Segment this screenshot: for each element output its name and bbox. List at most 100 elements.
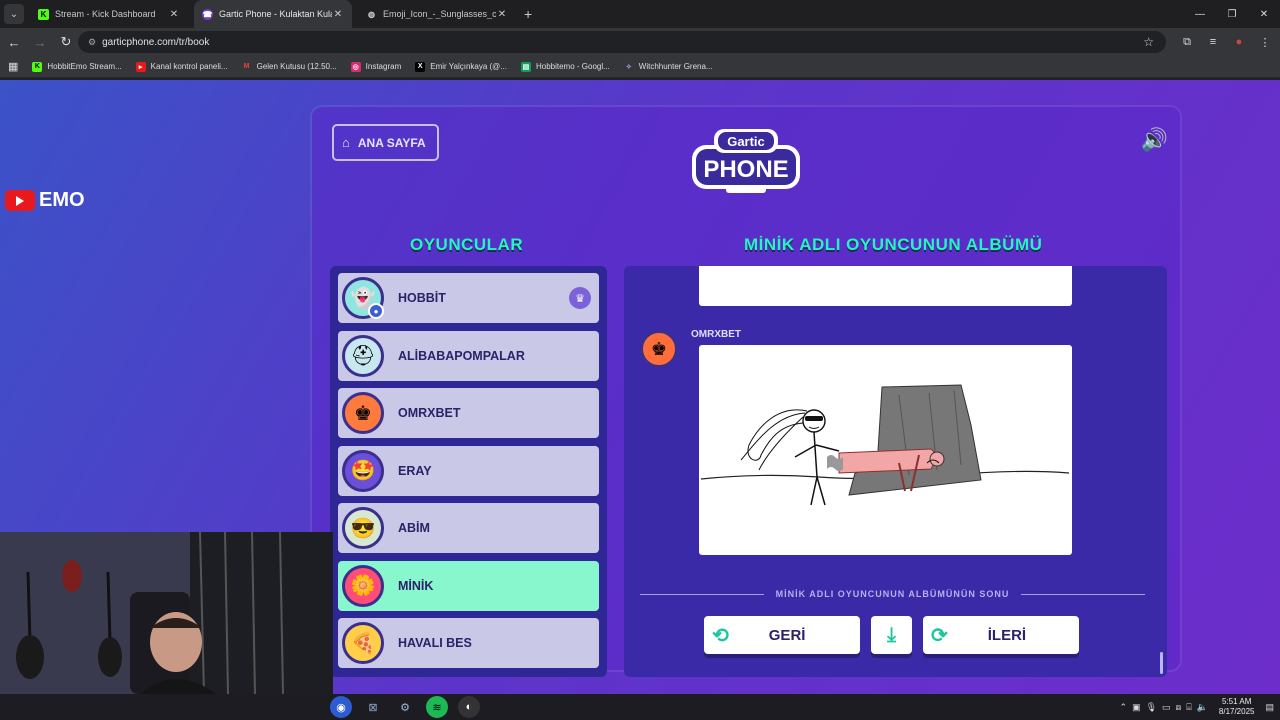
sunglasses-avatar: 😎 xyxy=(342,507,384,549)
apps-grid-icon[interactable]: ▦ xyxy=(8,60,18,73)
clock[interactable]: 5:51 AM 8/17/2025 xyxy=(1219,697,1255,717)
king-avatar: ♚ xyxy=(342,392,384,434)
notification-icon[interactable]: ▤ xyxy=(1265,702,1274,713)
pizza-avatar: 🍕 xyxy=(342,622,384,664)
home-button[interactable]: ⌂ ANA SAYFA xyxy=(332,124,439,161)
volume-icon[interactable]: 🔈 xyxy=(1197,702,1208,713)
address-toolbar: ← → ↻ ⚙ garticphone.com/tr/book ☆ ⧉ ≡ ● … xyxy=(0,28,1280,56)
player-row-hobbit[interactable]: 👻 ● HOBBİT ♛ xyxy=(338,273,599,323)
network-icon[interactable]: ⌸ xyxy=(1186,702,1191,713)
url-field[interactable]: ⚙ garticphone.com/tr/book ☆ xyxy=(78,31,1166,53)
host-badge-icon: ● xyxy=(368,303,384,319)
album-scrollbar[interactable] xyxy=(1160,652,1163,674)
reload-icon[interactable]: ↻ xyxy=(54,30,78,54)
logo-gartic-text: Gartic xyxy=(727,134,765,149)
entry-author: OMRXBET xyxy=(691,329,741,340)
bookmark-witchhunter[interactable]: ✧ Witchhunter Grena... xyxy=(624,62,713,72)
player-row-abim[interactable]: 😎 ABİM xyxy=(338,503,599,553)
download-button[interactable]: ⤓ xyxy=(871,616,912,654)
tab-search-button[interactable]: ⌄ xyxy=(4,4,24,24)
spotify-icon[interactable]: ≋ xyxy=(426,696,448,718)
microphone-icon[interactable]: 🎙 xyxy=(1146,702,1157,713)
site-info-icon[interactable]: ⚙ xyxy=(88,37,96,48)
next-button[interactable]: ⟳ İLERİ xyxy=(923,616,1079,654)
drawing-card xyxy=(699,345,1072,555)
bookmark-instagram[interactable]: ◎ Instagram xyxy=(350,61,401,72)
youtube-logo-icon xyxy=(5,190,35,211)
player-row-minik[interactable]: 🌼 MİNİK xyxy=(338,560,599,611)
gartic-icon: ☎ xyxy=(202,8,213,20)
kick-icon: K xyxy=(38,8,49,20)
browser-tab-bar: ⌄ K Stream - Kick Dashboard ✕ ☎ Gartic P… xyxy=(0,0,1280,28)
gmail-icon: M xyxy=(243,63,250,70)
close-tab-icon[interactable]: ✕ xyxy=(332,9,344,20)
profile-icon[interactable]: ● xyxy=(1230,36,1248,48)
close-window-icon[interactable]: ✕ xyxy=(1248,0,1280,28)
webcam-overlay xyxy=(0,532,333,694)
xbox-icon[interactable]: ⊠ xyxy=(362,696,384,718)
chrome-icon[interactable]: ◉ xyxy=(330,696,352,718)
minimize-icon[interactable]: — xyxy=(1184,0,1216,28)
new-tab-button[interactable]: + xyxy=(524,6,532,22)
player-row-eray[interactable]: 🤩 ERAY xyxy=(338,445,599,496)
x-icon: X xyxy=(415,61,426,72)
sound-icon[interactable]: 🔊 xyxy=(1141,127,1168,153)
globe-icon: ◍ xyxy=(368,9,375,19)
crown-icon: ♛ xyxy=(569,287,591,309)
bookmark-emir-x[interactable]: X Emir Yalçınkaya (@... xyxy=(415,61,507,72)
steam-icon[interactable]: ⚙ xyxy=(394,696,416,718)
window-controls: — ❐ ✕ xyxy=(1184,0,1280,28)
tab-gartic-phone[interactable]: ☎ Gartic Phone - Kulaktan Kulağa ✕ xyxy=(194,0,352,28)
kick-icon: K xyxy=(32,61,43,72)
restore-icon[interactable]: ❐ xyxy=(1216,0,1248,28)
obs-icon[interactable]: ◐ xyxy=(458,696,480,718)
player-row-omrxbet[interactable]: ♚ OMRXBET xyxy=(338,388,599,438)
close-tab-icon[interactable]: ✕ xyxy=(496,9,508,20)
forward-arrow-icon[interactable]: → xyxy=(28,30,52,54)
toolbar-right-icons: ⧉ ≡ ● ⋮ xyxy=(1178,28,1274,56)
bookmark-kanal-kontrol[interactable]: ▸ Kanal kontrol paneli... xyxy=(135,61,228,72)
player-row-alibabapompalar[interactable]: ⛑ ALİBABAPOMPALAR xyxy=(338,330,599,381)
bookmark-gelen-kutusu[interactable]: M Gelen Kutusu (12.50... xyxy=(242,62,337,72)
tray-monitor-icon[interactable]: ▭ xyxy=(1162,702,1171,713)
extensions-icon[interactable]: ⧉ xyxy=(1178,36,1196,49)
bookmark-hobbitemo-stream[interactable]: K HobbitEmo Stream... xyxy=(32,61,122,72)
back-arrow-icon[interactable]: ← xyxy=(2,30,26,54)
tray-device-icon[interactable]: ⧈ xyxy=(1176,702,1182,713)
tab-emoji-icon[interactable]: ◍ Emoji_Icon_-_Sunglasses_cool_e ✕ xyxy=(358,0,516,28)
instagram-icon: ◎ xyxy=(350,61,361,72)
menu-kebab-icon[interactable]: ⋮ xyxy=(1256,36,1274,49)
drawing-canvas xyxy=(700,384,1070,506)
flower-avatar: 🌼 xyxy=(342,564,384,607)
knight-avatar: ⛑ xyxy=(342,334,384,377)
sheets-icon: ▤ xyxy=(520,61,531,72)
king-avatar: ♚ xyxy=(640,330,678,368)
windows-taskbar: ◉ ⊠ ⚙ ≋ ◐ ⌃ ▣ 🎙 ▭ ⧈ ⌸ 🔈 5:51 AM 8/17/202… xyxy=(0,694,1280,720)
system-tray: ⌃ ▣ 🎙 ▭ ⧈ ⌸ 🔈 5:51 AM 8/17/2025 ▤ xyxy=(1120,694,1274,720)
witch-icon: ✧ xyxy=(625,63,632,71)
album-panel: ♚ OMRXBET MİNİK ADLI OYUNCUNUN ALBÜMÜNÜN… xyxy=(624,266,1167,677)
youtube-icon: ▸ xyxy=(135,61,146,72)
players-list: 👻 ● HOBBİT ♛ ⛑ ALİBABAPOMPALAR ♚ OMRXBET… xyxy=(330,266,607,677)
back-arrow-icon: ⟲ xyxy=(712,624,729,647)
youtube-overlay: EMO xyxy=(5,189,85,212)
logo-phone-text: PHONE xyxy=(703,156,788,183)
tray-app-icon[interactable]: ▣ xyxy=(1132,702,1141,713)
album-end-divider: MİNİK ADLI OYUNCUNUN ALBÜMÜNÜN SONU xyxy=(640,589,1146,599)
tray-chevron-icon[interactable]: ⌃ xyxy=(1120,702,1128,713)
taskbar-apps: ◉ ⊠ ⚙ ≋ ◐ xyxy=(330,694,480,720)
gartic-phone-logo: Gartic PHONE xyxy=(692,129,800,193)
bookmark-hobbitemo-sheets[interactable]: ▤ Hobbitemo - Googl... xyxy=(520,61,610,72)
player-row-havali-bes[interactable]: 🍕 HAVALI BES xyxy=(338,618,599,668)
game-panel: ⌂ ANA SAYFA Gartic PHONE 🔊 OYUNCULAR MİN… xyxy=(312,107,1180,677)
bookmark-star-icon[interactable]: ☆ xyxy=(1143,35,1154,49)
back-button[interactable]: ⟲ GERİ xyxy=(704,616,860,654)
star-eyes-avatar: 🤩 xyxy=(342,449,384,492)
next-arrow-icon: ⟳ xyxy=(931,624,948,647)
download-icon: ⤓ xyxy=(887,623,896,646)
tab-kick-dashboard[interactable]: K Stream - Kick Dashboard ✕ xyxy=(30,0,188,28)
close-tab-icon[interactable]: ✕ xyxy=(168,9,180,20)
bookmarks-bar: ▦ K HobbitEmo Stream... ▸ Kanal kontrol pa… xyxy=(0,56,1280,78)
media-control-icon[interactable]: ≡ xyxy=(1204,36,1222,48)
home-icon: ⌂ xyxy=(342,135,350,150)
